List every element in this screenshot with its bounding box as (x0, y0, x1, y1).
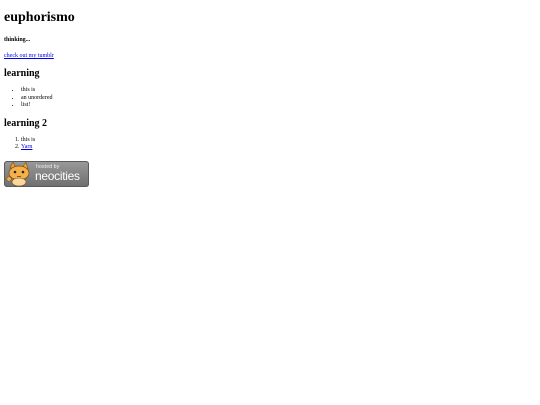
tumblr-paragraph: check out my tumblr (4, 52, 524, 60)
yarn-link[interactable]: Yarn (21, 144, 32, 150)
list-item: this is (21, 137, 524, 145)
unordered-list: this is an unordered list! (4, 87, 524, 110)
ordered-list: this is Yarn (4, 137, 524, 152)
list-item: Yarn (21, 144, 524, 152)
section-heading-learning-2: learning 2 (4, 117, 48, 129)
neocities-badge[interactable]: hosted by neocities (4, 160, 89, 187)
list-item: this is (21, 87, 524, 95)
page-content: euphorismo thinking... check out my tumb… (4, 0, 524, 187)
page-title: euphorismo (4, 10, 75, 25)
page-subtitle: thinking... (4, 37, 31, 43)
neocities-brand: neocities (35, 168, 80, 183)
list-item: list! (21, 102, 524, 110)
list-item: an unordered (21, 95, 524, 103)
section-heading-learning: learning (4, 68, 40, 79)
tumblr-link[interactable]: check out my tumblr (4, 53, 54, 59)
